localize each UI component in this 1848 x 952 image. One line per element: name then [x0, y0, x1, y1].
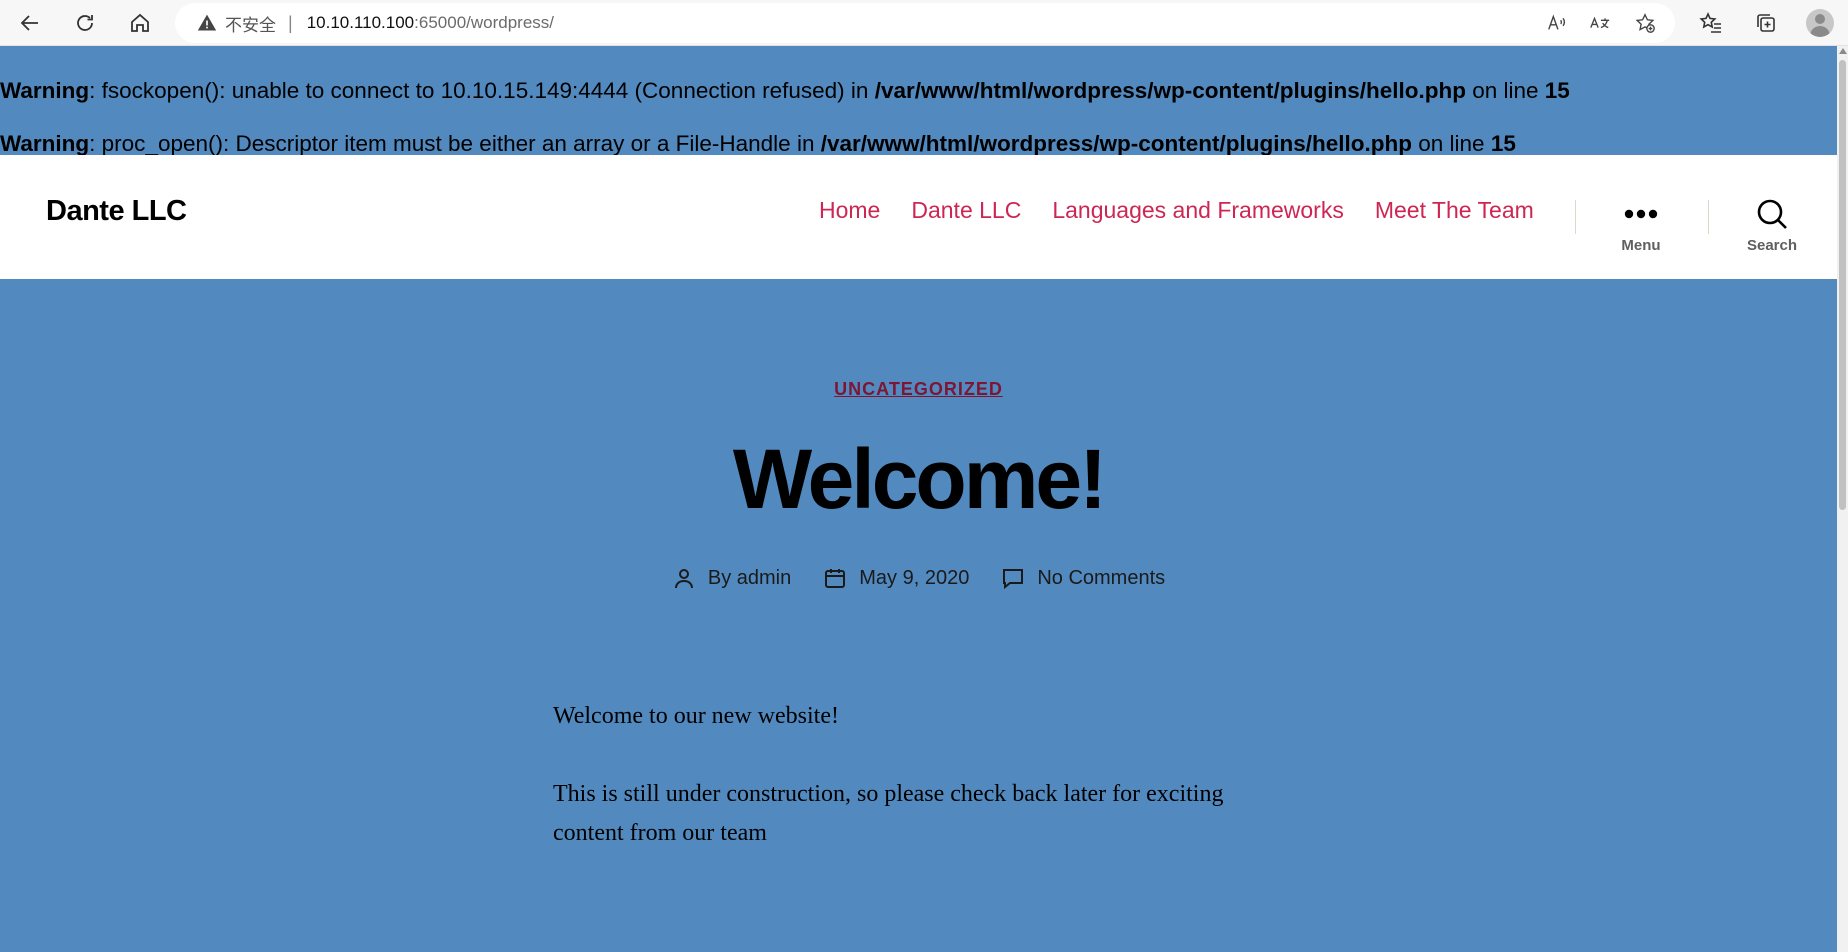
collections-button[interactable] — [1752, 9, 1780, 37]
collections-icon — [1757, 14, 1775, 32]
post-meta: By admin May 9, 2020 No Comments — [0, 566, 1837, 590]
person-icon — [674, 569, 693, 589]
header-divider — [1575, 200, 1576, 234]
menu-item-languages-and-frameworks[interactable]: Languages and Frameworks — [1052, 197, 1344, 224]
post-title: Welcome! — [732, 432, 1107, 526]
warning-on-line: on line — [1412, 131, 1491, 156]
menu-item-dante-llc[interactable]: Dante LLC — [911, 197, 1021, 224]
site-title[interactable]: Dante LLC — [46, 195, 187, 228]
warning-line-number: 15 — [1490, 131, 1516, 156]
header-divider — [1708, 200, 1709, 234]
post-author: By admin — [672, 566, 791, 590]
search-toggle-label: Search — [1746, 237, 1798, 254]
favorites-icon — [1699, 12, 1721, 33]
content-paragraph: This is still under construction, so ple… — [553, 781, 1224, 846]
translate-icon — [1590, 16, 1610, 29]
scroll-thumb[interactable] — [1839, 60, 1846, 510]
menu-toggle-button[interactable]: Menu — [1601, 199, 1681, 254]
warning-path: /var/www/html/wordpress/wp-content/plugi… — [874, 78, 1466, 103]
url-host: 10.10.110.100 — [306, 13, 415, 32]
refresh-button[interactable] — [67, 5, 103, 41]
profile-avatar[interactable] — [1806, 9, 1834, 37]
url-path: :65000/wordpress/ — [414, 13, 555, 32]
warning-message: : proc_open(): Descriptor item must be e… — [89, 131, 821, 156]
search-icon — [1732, 199, 1812, 229]
browser-toolbar: 不安全 | 10.10.110.100:65000/wordpress/ — [0, 0, 1848, 46]
content-paragraph: Welcome to our new website! — [553, 703, 839, 729]
warning-line-number: 15 — [1544, 78, 1570, 103]
category-link[interactable]: UNCATEGORIZED — [834, 379, 1003, 399]
home-button[interactable] — [122, 5, 158, 41]
web-page: Warning: fsockopen(): unable to connect … — [0, 46, 1837, 952]
address-bar[interactable]: 不安全 | 10.10.110.100:65000/wordpress/ — [175, 3, 1675, 43]
insecure-label: 不安全 — [225, 15, 276, 35]
search-toggle-button[interactable]: Search — [1732, 199, 1812, 254]
calendar-icon — [825, 569, 846, 588]
post-date: May 9, 2020 — [823, 566, 969, 590]
menu-item-home[interactable]: Home — [819, 197, 880, 224]
avatar-head — [1815, 14, 1825, 24]
php-warnings: Warning: fsockopen(): unable to connect … — [0, 46, 1837, 170]
author-link[interactable]: admin — [737, 567, 791, 590]
php-warning: Warning: fsockopen(): unable to connect … — [0, 64, 1837, 117]
warning-icon — [197, 14, 217, 31]
menu-dots-icon — [1601, 199, 1681, 229]
post-entry: UNCATEGORIZED Welcome! By admin May 9, 2… — [0, 279, 1837, 952]
star-add-icon — [1635, 13, 1655, 33]
read-aloud-icon — [1548, 14, 1566, 30]
read-aloud-button[interactable] — [1545, 11, 1569, 35]
warning-path: /var/www/html/wordpress/wp-content/plugi… — [820, 131, 1413, 156]
avatar-body — [1810, 26, 1830, 37]
site-header: Dante LLC Home Dante LLC Languages and F… — [0, 155, 1837, 279]
address-separator: | — [288, 12, 293, 33]
primary-menu: Home Dante LLC Languages and Frameworks … — [819, 197, 1565, 224]
warning-on-line: on line — [1465, 78, 1545, 103]
post-content: Welcome to our new website! This is stil… — [553, 697, 1253, 892]
comments-link[interactable]: No Comments — [1037, 567, 1165, 590]
favorites-button[interactable] — [1697, 9, 1725, 37]
home-icon — [131, 13, 149, 32]
warning-label: Warning — [0, 131, 90, 156]
scroll-up-arrow-icon[interactable] — [1839, 48, 1847, 54]
menu-toggle-label: Menu — [1621, 237, 1661, 254]
warning-label: Warning — [0, 78, 90, 103]
back-arrow-icon — [20, 15, 38, 31]
refresh-icon — [77, 15, 93, 31]
back-button[interactable] — [12, 5, 48, 41]
menu-item-meet-the-team[interactable]: Meet The Team — [1375, 197, 1534, 224]
comment-icon — [1003, 569, 1024, 590]
date-link[interactable]: May 9, 2020 — [859, 567, 969, 590]
warning-message: : fsockopen(): unable to connect to 10.1… — [89, 78, 875, 103]
translate-button[interactable] — [1588, 11, 1612, 35]
add-favorite-button[interactable] — [1633, 11, 1657, 35]
vertical-scrollbar[interactable] — [1837, 46, 1848, 952]
author-prefix: By — [707, 566, 732, 589]
post-comments: No Comments — [1001, 566, 1165, 590]
post-categories: UNCATEGORIZED — [0, 379, 1837, 400]
